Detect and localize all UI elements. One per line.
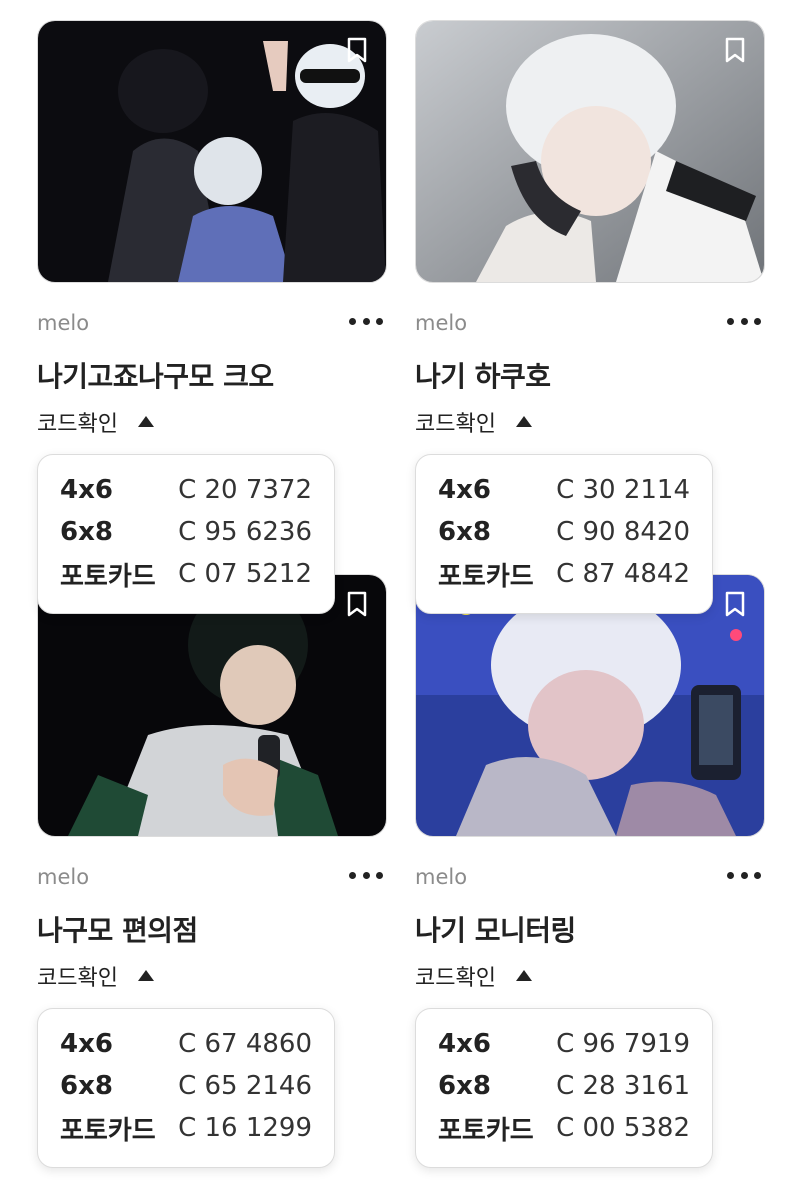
author-name[interactable]: melo <box>415 311 467 335</box>
author-name[interactable]: melo <box>415 865 467 889</box>
size-label: 6x8 <box>60 1071 113 1101</box>
code-value: C 28 3161 <box>556 1071 690 1101</box>
code-row: 4x6 C 30 2114 <box>438 470 690 510</box>
code-toggle-label: 코드확인 <box>37 966 118 991</box>
code-value: C 95 6236 <box>178 517 312 547</box>
code-value: C 07 5212 <box>178 559 312 589</box>
code-toggle[interactable]: 코드확인 <box>37 406 154 438</box>
code-value: C 30 2114 <box>556 475 690 505</box>
size-label: 4x6 <box>438 1029 491 1059</box>
bookmark-icon[interactable] <box>346 37 368 63</box>
size-label: 6x8 <box>438 1071 491 1101</box>
code-row: 6x8 C 28 3161 <box>438 1066 690 1106</box>
artwork-title[interactable]: 나기 모니터링 <box>415 909 576 949</box>
code-value: C 67 4860 <box>178 1029 312 1059</box>
code-value: C 87 4842 <box>556 559 690 589</box>
size-label: 포토카드 <box>60 561 156 592</box>
code-toggle-label: 코드확인 <box>37 412 118 437</box>
code-row: 6x8 C 65 2146 <box>60 1066 312 1106</box>
caret-up-icon <box>515 969 532 981</box>
code-value: C 65 2146 <box>178 1071 312 1101</box>
code-row: 6x8 C 90 8420 <box>438 512 690 552</box>
code-row: 포토카드 C 87 4842 <box>438 554 690 594</box>
code-value: C 90 8420 <box>556 517 690 547</box>
caret-up-icon <box>137 969 154 981</box>
code-toggle[interactable]: 코드확인 <box>415 406 532 438</box>
more-options-icon[interactable] <box>349 864 383 886</box>
code-toggle[interactable]: 코드확인 <box>37 960 154 992</box>
more-options-icon[interactable] <box>727 310 761 332</box>
code-popover: 4x6 C 30 2114 6x8 C 90 8420 포토카드 C 87 48… <box>415 454 713 614</box>
size-label: 4x6 <box>60 1029 113 1059</box>
artwork-thumbnail[interactable] <box>415 20 765 283</box>
size-label: 4x6 <box>60 475 113 505</box>
size-label: 4x6 <box>438 475 491 505</box>
size-label: 6x8 <box>438 517 491 547</box>
artwork-thumbnail[interactable] <box>37 20 387 283</box>
code-row: 포토카드 C 16 1299 <box>60 1108 312 1148</box>
size-label: 6x8 <box>60 517 113 547</box>
size-label: 포토카드 <box>60 1115 156 1146</box>
size-label: 포토카드 <box>438 1115 534 1146</box>
code-toggle-label: 코드확인 <box>415 412 496 437</box>
caret-up-icon <box>515 415 532 427</box>
author-name[interactable]: melo <box>37 311 89 335</box>
caret-up-icon <box>137 415 154 427</box>
code-popover: 4x6 C 96 7919 6x8 C 28 3161 포토카드 C 00 53… <box>415 1008 713 1168</box>
code-value: C 96 7919 <box>556 1029 690 1059</box>
bookmark-icon[interactable] <box>346 591 368 617</box>
code-toggle[interactable]: 코드확인 <box>415 960 532 992</box>
code-value: C 00 5382 <box>556 1113 690 1143</box>
code-toggle-label: 코드확인 <box>415 966 496 991</box>
size-label: 포토카드 <box>438 561 534 592</box>
artwork-title[interactable]: 나기 하쿠호 <box>415 355 551 395</box>
bookmark-icon[interactable] <box>724 37 746 63</box>
bookmark-icon[interactable] <box>724 591 746 617</box>
more-options-icon[interactable] <box>727 864 761 886</box>
code-row: 4x6 C 96 7919 <box>438 1024 690 1064</box>
code-value: C 20 7372 <box>178 475 312 505</box>
code-row: 6x8 C 95 6236 <box>60 512 312 552</box>
author-name[interactable]: melo <box>37 865 89 889</box>
code-value: C 16 1299 <box>178 1113 312 1143</box>
code-popover: 4x6 C 20 7372 6x8 C 95 6236 포토카드 C 07 52… <box>37 454 335 614</box>
artwork-title[interactable]: 나기고죠나구모 크오 <box>37 355 274 395</box>
artwork-title[interactable]: 나구모 편의점 <box>37 909 198 949</box>
more-options-icon[interactable] <box>349 310 383 332</box>
code-popover: 4x6 C 67 4860 6x8 C 65 2146 포토카드 C 16 12… <box>37 1008 335 1168</box>
code-row: 포토카드 C 07 5212 <box>60 554 312 594</box>
code-row: 4x6 C 67 4860 <box>60 1024 312 1064</box>
code-row: 4x6 C 20 7372 <box>60 470 312 510</box>
code-row: 포토카드 C 00 5382 <box>438 1108 690 1148</box>
